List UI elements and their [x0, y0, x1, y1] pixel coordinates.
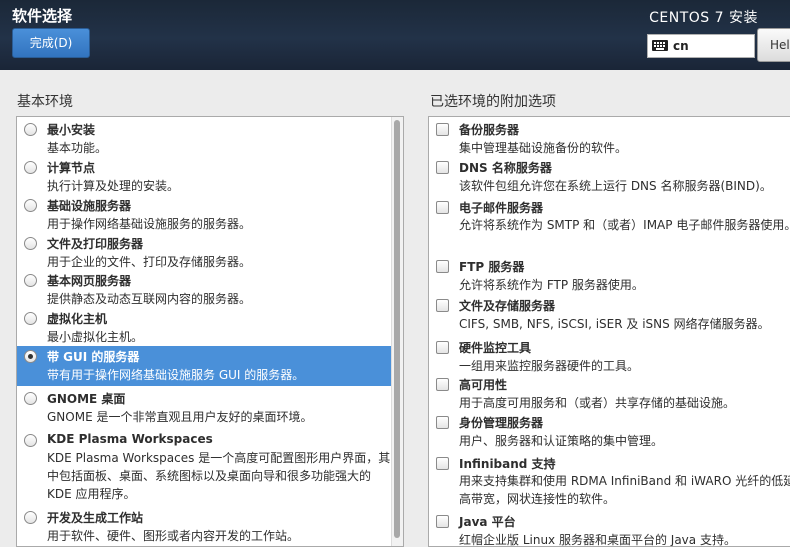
- item-title: 最小安装: [47, 123, 96, 137]
- item-title: 备份服务器: [459, 123, 520, 137]
- item-desc: 红帽企业版 Linux 服务器和桌面平台的 Java 支持。: [459, 533, 736, 547]
- checkbox[interactable]: [436, 299, 449, 312]
- addon-item-java-platform[interactable]: Java 平台 红帽企业版 Linux 服务器和桌面平台的 Java 支持。: [429, 511, 790, 547]
- item-title: 计算节点: [47, 161, 96, 175]
- item-title: DNS 名称服务器: [459, 161, 552, 175]
- item-desc: 用来支持集群和使用 RDMA InfiniBand 和 iWARO 光纤的低延迟…: [459, 474, 790, 506]
- environment-item-server-with-gui[interactable]: 带 GUI 的服务器 带有用于操作网络基础设施服务 GUI 的服务器。: [17, 346, 403, 386]
- item-title: 开发及生成工作站: [47, 511, 144, 525]
- environment-item-dev-workstation[interactable]: 开发及生成工作站 用于软件、硬件、图形或者内容开发的工作站。: [17, 507, 403, 546]
- item-desc: 允许将系统作为 FTP 服务器使用。: [459, 278, 644, 292]
- base-environment-label: 基本环境: [17, 94, 73, 110]
- addons-label: 已选环境的附加选项: [430, 94, 556, 110]
- header-bar: 软件选择 完成(D) CENTOS 7 安装 cn Help!: [0, 0, 790, 70]
- checkbox[interactable]: [436, 378, 449, 391]
- item-title: KDE Plasma Workspaces: [47, 432, 213, 446]
- radio-button-checked[interactable]: [24, 350, 37, 363]
- radio-button[interactable]: [24, 123, 37, 136]
- keyboard-layout-label: cn: [673, 39, 689, 53]
- item-desc: KDE Plasma Workspaces 是一个高度可配置图形用户界面，其中包…: [47, 451, 391, 501]
- checkbox[interactable]: [436, 341, 449, 354]
- checkbox[interactable]: [436, 123, 449, 136]
- item-title: 带 GUI 的服务器: [47, 350, 140, 364]
- item-desc: 集中管理基础设施备份的软件。: [459, 141, 628, 155]
- base-environment-list: 最小安装 基本功能。 计算节点 执行计算及处理的安装。 基础设施服务器 用于操作…: [16, 116, 404, 547]
- radio-button[interactable]: [24, 199, 37, 212]
- left-scrollbar[interactable]: [391, 117, 403, 546]
- done-button[interactable]: 完成(D): [12, 28, 90, 58]
- item-desc: 用于高度可用服务和（或者）共享存储的基础设施。: [459, 396, 736, 410]
- addon-item-infiniband[interactable]: Infiniband 支持 用来支持集群和使用 RDMA InfiniBand …: [429, 453, 790, 511]
- addon-item-identity-management[interactable]: 身份管理服务器 用户、服务器和认证策略的集中管理。: [429, 412, 790, 450]
- item-desc: 允许将系统作为 SMTP 和（或者）IMAP 电子邮件服务器使用。: [459, 218, 790, 232]
- checkbox[interactable]: [436, 416, 449, 429]
- environment-item-web-server[interactable]: 基本网页服务器 提供静态及动态互联网内容的服务器。: [17, 270, 403, 308]
- item-desc: 用于企业的文件、打印及存储服务器。: [47, 255, 252, 269]
- item-desc: 最小虚拟化主机。: [47, 330, 144, 344]
- item-desc: 执行计算及处理的安装。: [47, 179, 180, 193]
- item-desc: 带有用于操作网络基础设施服务 GUI 的服务器。: [47, 368, 305, 382]
- addon-item-dns-server[interactable]: DNS 名称服务器 该软件包组允许您在系统上运行 DNS 名称服务器(BIND)…: [429, 157, 790, 195]
- radio-button[interactable]: [24, 274, 37, 287]
- addon-item-file-storage-server[interactable]: 文件及存储服务器 CIFS, SMB, NFS, iSCSI, iSER 及 i…: [429, 295, 790, 333]
- item-title: 基础设施服务器: [47, 199, 132, 213]
- radio-button[interactable]: [24, 392, 37, 405]
- item-title: GNOME 桌面: [47, 392, 126, 406]
- item-title: Java 平台: [459, 515, 516, 529]
- radio-button[interactable]: [24, 237, 37, 250]
- addon-item-high-availability[interactable]: 高可用性 用于高度可用服务和（或者）共享存储的基础设施。: [429, 374, 790, 412]
- checkbox[interactable]: [436, 260, 449, 273]
- item-desc: 一组用来监控服务器硬件的工具。: [459, 359, 640, 373]
- addon-item-mail-server[interactable]: 电子邮件服务器 允许将系统作为 SMTP 和（或者）IMAP 电子邮件服务器使用…: [429, 197, 790, 255]
- radio-button[interactable]: [24, 434, 37, 447]
- keyboard-icon: [652, 40, 668, 51]
- item-title: Infiniband 支持: [459, 457, 556, 471]
- environment-item-infrastructure-server[interactable]: 基础设施服务器 用于操作网络基础设施服务的服务器。: [17, 195, 403, 233]
- radio-button[interactable]: [24, 312, 37, 325]
- checkbox[interactable]: [436, 515, 449, 528]
- item-title: 电子邮件服务器: [459, 201, 544, 215]
- environment-item-minimal[interactable]: 最小安装 基本功能。: [17, 119, 403, 157]
- environment-item-kde-plasma[interactable]: KDE Plasma Workspaces KDE Plasma Workspa…: [17, 430, 403, 506]
- page-title: 软件选择: [12, 7, 73, 25]
- environment-item-virtualization-host[interactable]: 虚拟化主机 最小虚拟化主机。: [17, 308, 403, 346]
- item-desc: 基本功能。: [47, 141, 108, 155]
- addon-item-ftp-server[interactable]: FTP 服务器 允许将系统作为 FTP 服务器使用。: [429, 256, 790, 294]
- item-desc: 用于操作网络基础设施服务的服务器。: [47, 217, 252, 231]
- item-desc: GNOME 是一个非常直观且用户友好的桌面环境。: [47, 410, 313, 424]
- item-desc: CIFS, SMB, NFS, iSCSI, iSER 及 iSNS 网络存储服…: [459, 317, 770, 331]
- item-title: 硬件监控工具: [459, 341, 532, 355]
- checkbox[interactable]: [436, 457, 449, 470]
- item-desc: 该软件包组允许您在系统上运行 DNS 名称服务器(BIND)。: [459, 179, 772, 193]
- item-title: FTP 服务器: [459, 260, 525, 274]
- addon-item-backup-server[interactable]: 备份服务器 集中管理基础设施备份的软件。: [429, 119, 790, 157]
- checkbox[interactable]: [436, 201, 449, 214]
- item-title: 文件及存储服务器: [459, 299, 556, 313]
- item-title: 文件及打印服务器: [47, 237, 144, 251]
- environment-item-gnome-desktop[interactable]: GNOME 桌面 GNOME 是一个非常直观且用户友好的桌面环境。: [17, 388, 403, 428]
- environment-item-compute-node[interactable]: 计算节点 执行计算及处理的安装。: [17, 157, 403, 195]
- item-title: 高可用性: [459, 378, 508, 392]
- checkbox[interactable]: [436, 161, 449, 174]
- environment-item-file-print-server[interactable]: 文件及打印服务器 用于企业的文件、打印及存储服务器。: [17, 233, 403, 271]
- item-title: 虚拟化主机: [47, 312, 108, 326]
- addon-item-hardware-monitoring[interactable]: 硬件监控工具 一组用来监控服务器硬件的工具。: [429, 337, 790, 375]
- item-desc: 用户、服务器和认证策略的集中管理。: [459, 434, 664, 448]
- product-title: CENTOS 7 安装: [649, 10, 758, 26]
- help-button[interactable]: Help!: [757, 28, 790, 62]
- item-desc: 用于软件、硬件、图形或者内容开发的工作站。: [47, 529, 300, 543]
- radio-button[interactable]: [24, 161, 37, 174]
- item-title: 基本网页服务器: [47, 274, 132, 288]
- item-title: 身份管理服务器: [459, 416, 544, 430]
- item-desc: 提供静态及动态互联网内容的服务器。: [47, 292, 252, 306]
- scroll-thumb[interactable]: [394, 120, 400, 538]
- radio-button[interactable]: [24, 511, 37, 524]
- keyboard-layout-indicator[interactable]: cn: [647, 34, 755, 58]
- addon-list: 备份服务器 集中管理基础设施备份的软件。 DNS 名称服务器 该软件包组允许您在…: [428, 116, 790, 547]
